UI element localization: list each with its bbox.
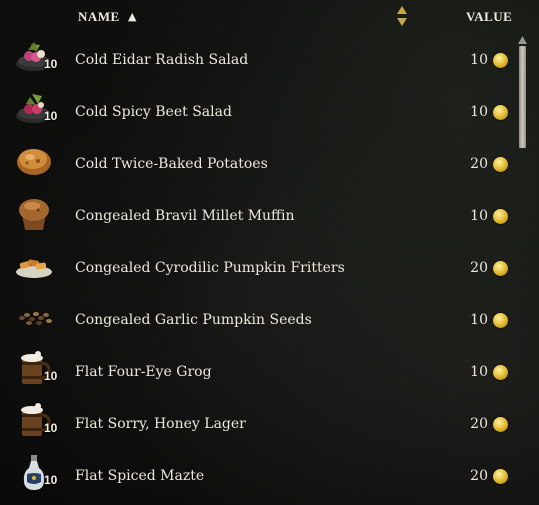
list-item[interactable]: Congealed Bravil Millet Muffin 10 — [0, 190, 512, 242]
potato-icon — [17, 149, 51, 175]
item-name: Congealed Cyrodilic Pumpkin Fritters — [75, 260, 345, 276]
item-name: Congealed Garlic Pumpkin Seeds — [75, 312, 312, 328]
quantity-label: 10 — [44, 109, 58, 123]
item-value: 10 — [470, 364, 488, 380]
quantity-label: 10 — [44, 473, 58, 487]
scrollbar-thumb[interactable] — [519, 46, 526, 148]
fritters-icon — [16, 259, 52, 278]
list-header: NAME ▲ VALUE — [0, 0, 539, 34]
item-value: 20 — [470, 468, 488, 484]
seeds-icon — [19, 312, 52, 325]
list-item[interactable]: Cold Twice-Baked Potatoes 20 — [0, 138, 512, 190]
sort-toggle-icon[interactable] — [396, 5, 408, 27]
item-value: 20 — [470, 260, 488, 276]
item-name: Flat Sorry, Honey Lager — [75, 416, 246, 432]
list-item[interactable]: 10 Flat Spiced Mazte 20 — [0, 450, 512, 502]
quantity-label: 10 — [44, 57, 58, 71]
list-item[interactable]: 10 Flat Four-Eye Grog 10 — [0, 346, 512, 398]
gold-coin-icon — [493, 209, 508, 224]
item-name: Flat Spiced Mazte — [75, 468, 205, 484]
item-value: 10 — [470, 52, 488, 68]
item-value: 10 — [470, 208, 488, 224]
quantity-label: 10 — [44, 421, 58, 435]
gold-coin-icon — [493, 105, 508, 120]
item-name: Flat Four-Eye Grog — [75, 364, 212, 380]
item-value: 10 — [470, 104, 488, 120]
muffin-icon — [19, 199, 49, 230]
name-column-header[interactable]: NAME — [78, 9, 120, 25]
list-item[interactable]: 10 Flat Sorry, Honey Lager 20 — [0, 398, 512, 450]
gold-coin-icon — [493, 417, 508, 432]
sort-ascending-icon: ▲ — [128, 10, 137, 23]
list-item[interactable]: Congealed Cyrodilic Pumpkin Fritters 20 — [0, 242, 512, 294]
list-item[interactable]: 10 Cold Spicy Beet Salad 10 — [0, 86, 512, 138]
gold-coin-icon — [493, 53, 508, 68]
item-name: Cold Twice-Baked Potatoes — [75, 156, 268, 172]
item-value: 20 — [470, 156, 488, 172]
gold-coin-icon — [493, 261, 508, 276]
list-item[interactable]: 10 Cold Eidar Radish Salad 10 — [0, 34, 512, 86]
item-name: Cold Eidar Radish Salad — [75, 52, 249, 68]
value-column-header[interactable]: VALUE — [466, 9, 512, 25]
item-value: 20 — [470, 416, 488, 432]
item-value: 10 — [470, 312, 488, 328]
gold-coin-icon — [493, 313, 508, 328]
scroll-up-icon[interactable] — [518, 36, 527, 44]
gold-coin-icon — [493, 365, 508, 380]
item-name: Cold Spicy Beet Salad — [75, 104, 232, 120]
item-name: Congealed Bravil Millet Muffin — [75, 208, 295, 224]
gold-coin-icon — [493, 469, 508, 484]
quantity-label: 10 — [44, 369, 58, 383]
gold-coin-icon — [493, 157, 508, 172]
list-item[interactable]: Congealed Garlic Pumpkin Seeds 10 — [0, 294, 512, 346]
